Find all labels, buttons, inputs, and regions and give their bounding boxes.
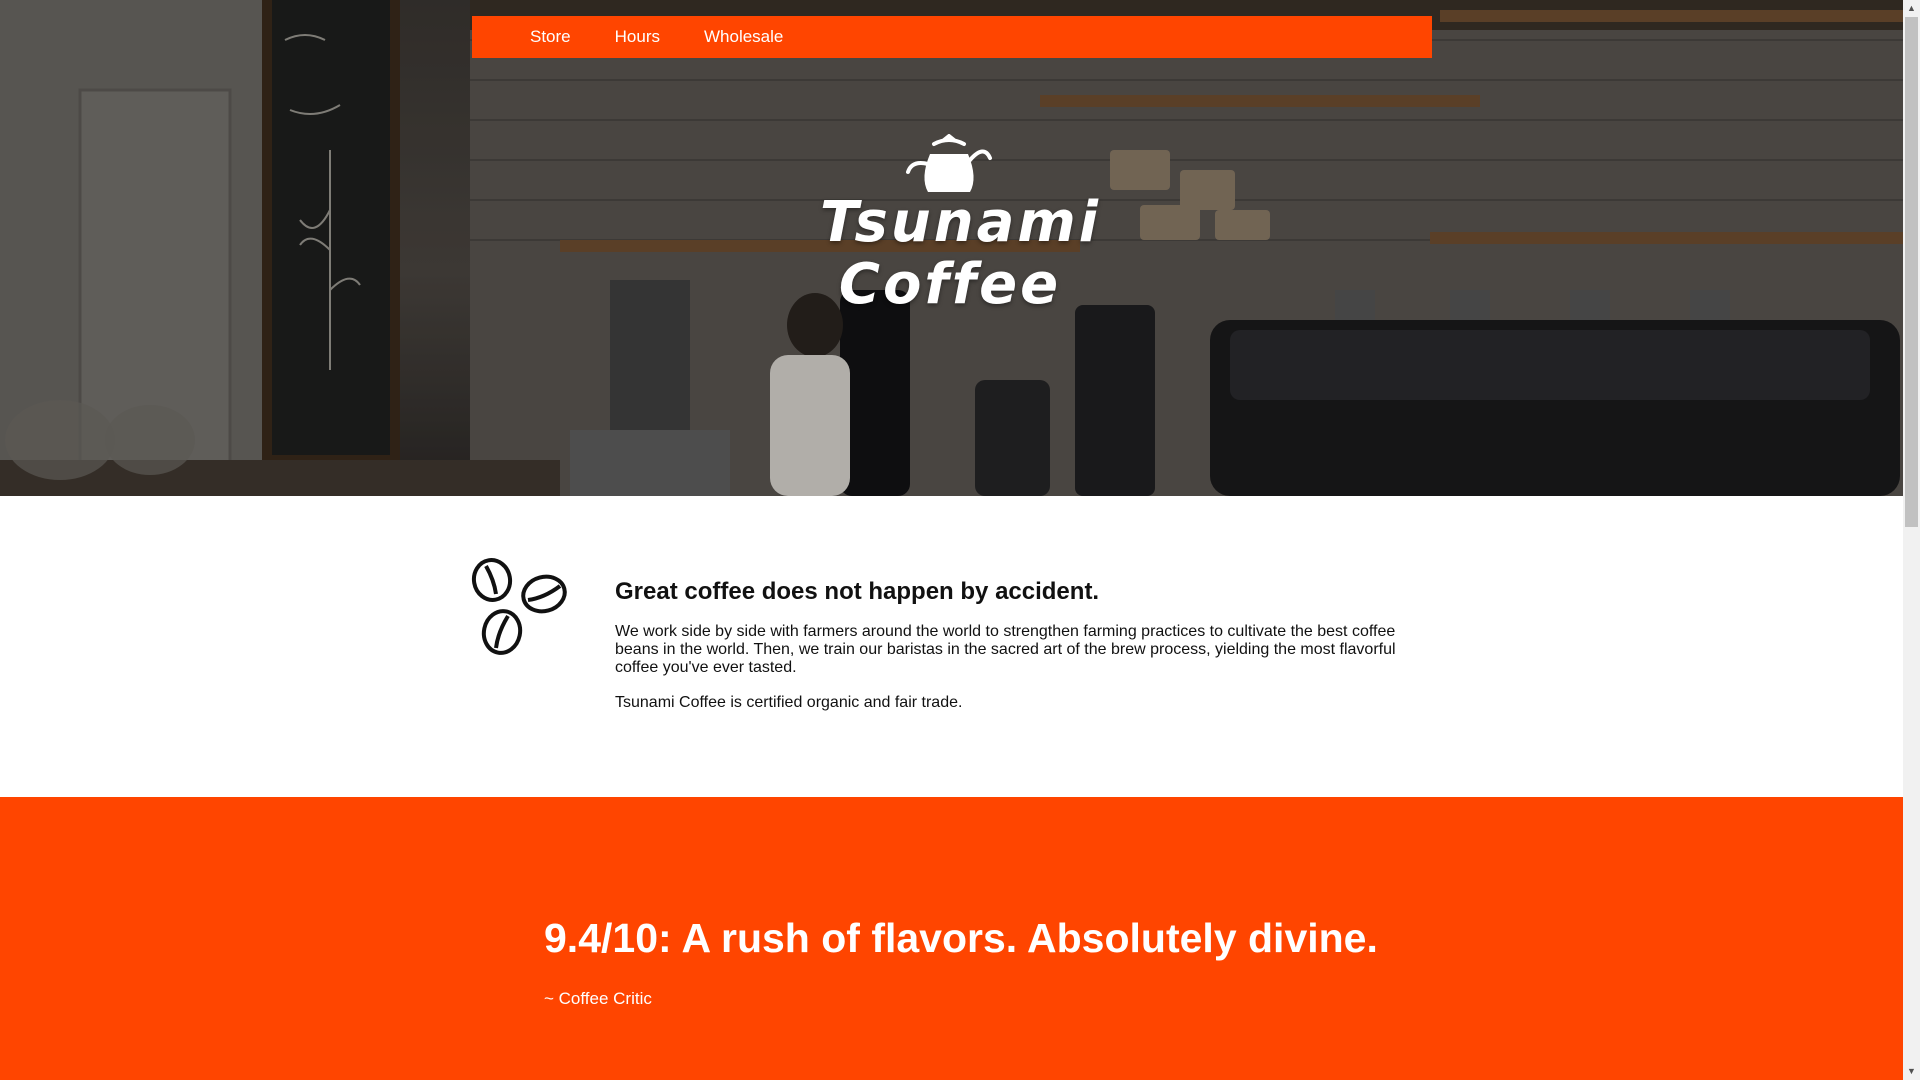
nav-store-link[interactable]: Store (530, 27, 571, 47)
about-text: Great coffee does not happen by accident… (615, 578, 1405, 729)
scroll-up-arrow-icon[interactable]: ▲ (1903, 0, 1920, 17)
kettle-icon (906, 134, 992, 192)
page-scrollbar[interactable]: ▲ ▼ (1903, 0, 1920, 1080)
scroll-down-arrow-icon[interactable]: ▼ (1903, 1063, 1920, 1080)
review-quote: 9.4/10: A rush of flavors. Absolutely di… (544, 915, 1378, 961)
logo-wordmark: Tsunami Coffee (820, 190, 1101, 317)
logo-line-2: Coffee (838, 252, 1062, 317)
review-section: 9.4/10: A rush of flavors. Absolutely di… (0, 797, 1903, 1080)
nav-wholesale-link[interactable]: Wholesale (704, 27, 783, 47)
about-paragraph-1: We work side by side with farmers around… (615, 623, 1396, 676)
scrollbar-thumb[interactable] (1905, 17, 1918, 527)
about-section: Great coffee does not happen by accident… (0, 496, 1903, 797)
logo-line-1: Tsunami (820, 190, 1101, 255)
nav-hours-link[interactable]: Hours (615, 27, 660, 47)
coffee-beans-icon (471, 558, 567, 655)
tsunami-coffee-logo: Tsunami Coffee (820, 132, 1101, 322)
about-paragraph-2: Tsunami Coffee is certified organic and … (615, 694, 963, 711)
page: Store Hours Wholesale Tsunami Coffee Gre… (0, 0, 1903, 1080)
hero-banner: Store Hours Wholesale Tsunami Coffee (0, 0, 1903, 496)
review-author: ~ Coffee Critic (544, 989, 652, 1008)
about-heading: Great coffee does not happen by accident… (615, 578, 1100, 605)
top-navbar: Store Hours Wholesale (472, 16, 1432, 58)
